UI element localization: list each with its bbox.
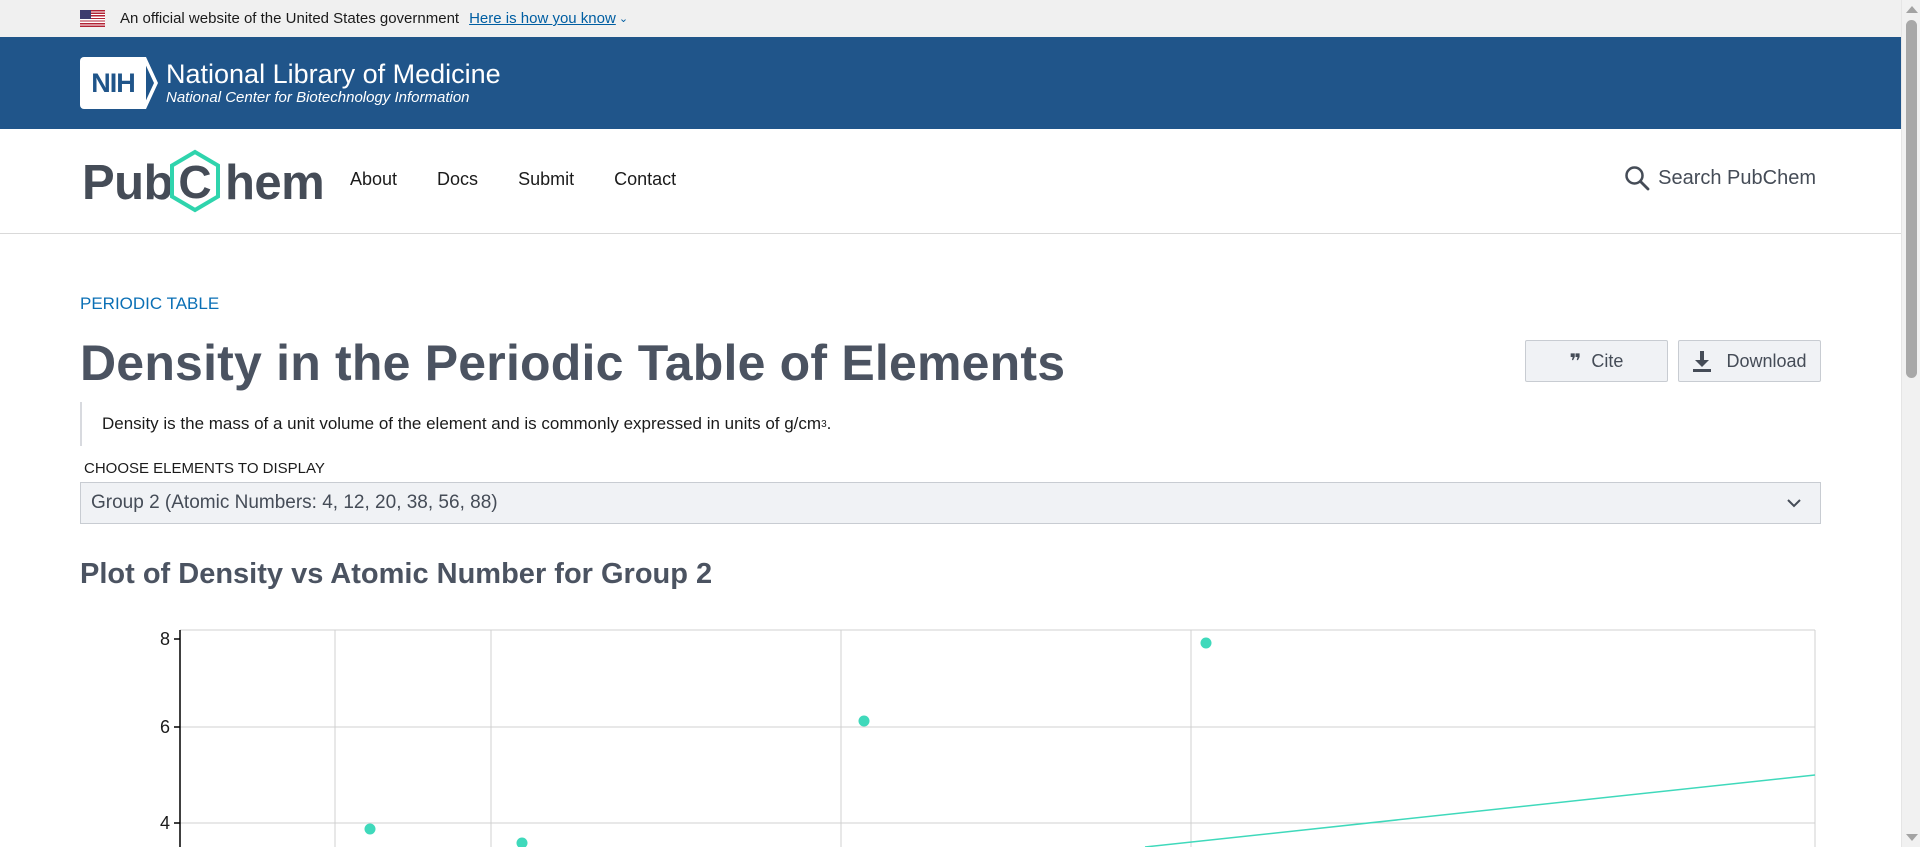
chart-y-ticks: 8 6 4: [160, 629, 180, 833]
chart-y-tick-label: 8: [160, 629, 170, 649]
chevron-down-icon: [1787, 499, 1801, 508]
us-flag-icon: [80, 10, 105, 27]
plot-title: Plot of Density vs Atomic Number for Gro…: [80, 558, 713, 590]
chart-trendline-line: [1144, 774, 1816, 847]
download-icon: [1693, 351, 1712, 372]
nlm-title-block[interactable]: National Library of Medicine National Ce…: [166, 58, 501, 107]
pubchem-logo[interactable]: Pub C hem: [82, 149, 325, 213]
nav-about[interactable]: About: [350, 169, 397, 190]
description: Density is the mass of a unit volume of …: [80, 402, 980, 446]
main-nav: About Docs Submit Contact: [350, 169, 716, 190]
cite-button[interactable]: ❞ Cite: [1525, 340, 1668, 382]
scrollbar-thumb[interactable]: [1906, 20, 1917, 378]
search-icon: [1625, 166, 1650, 191]
nih-logo[interactable]: NIH: [80, 57, 158, 109]
choose-elements-label: CHOOSE ELEMENTS TO DISPLAY: [84, 460, 325, 477]
page: An official website of the United States…: [0, 0, 1920, 847]
pubchem-logo-left: Pub: [82, 156, 174, 210]
hexagon-icon: C: [170, 149, 220, 213]
pubchem-navbar: Pub C hem About Docs Submit Contact Sear…: [0, 129, 1901, 234]
chart-y-tick-label: 4: [160, 813, 170, 833]
page-title: Density in the Periodic Table of Element…: [80, 335, 1066, 391]
element-group-select[interactable]: Group 2 (Atomic Numbers: 4, 12, 20, 38, …: [80, 482, 1821, 524]
description-text: Density is the mass of a unit volume of …: [102, 414, 822, 433]
gov-banner-text: An official website of the United States…: [120, 10, 460, 27]
breadcrumb[interactable]: PERIODIC TABLE: [80, 294, 219, 314]
chart-point: [858, 715, 870, 727]
chevron-down-icon[interactable]: ⌄: [619, 12, 628, 25]
pubchem-logo-right: hem: [225, 156, 325, 210]
chart-horizontal-grid: [180, 726, 1815, 824]
nlm-subtitle: National Center for Biotechnology Inform…: [166, 88, 470, 106]
nih-logo-text: NIH: [80, 57, 146, 109]
how-you-know-link[interactable]: Here is how you know: [469, 10, 616, 27]
chart-trendline: [1144, 774, 1816, 847]
search-pubchem-button[interactable]: Search PubChem: [1624, 165, 1816, 191]
chart-point: [516, 837, 528, 847]
nlm-title: National Library of Medicine: [166, 58, 501, 89]
chart-point: [364, 823, 376, 835]
nav-submit[interactable]: Submit: [518, 169, 574, 190]
scroll-down-arrow-icon[interactable]: [1906, 834, 1918, 841]
chart-y-tick-label: 6: [160, 717, 170, 737]
density-chart: 8 6 4: [160, 629, 1816, 847]
search-label: Search PubChem: [1658, 166, 1816, 189]
nih-logo-arrow-icon: [142, 57, 158, 109]
cite-label: Cite: [1591, 350, 1624, 371]
chart-points: [364, 637, 1212, 847]
download-button[interactable]: Download: [1678, 340, 1821, 382]
nav-contact[interactable]: Contact: [614, 169, 676, 190]
element-group-selected: Group 2 (Atomic Numbers: 4, 12, 20, 38, …: [91, 492, 498, 513]
pubchem-logo-center: C: [178, 156, 211, 208]
download-label: Download: [1726, 350, 1807, 371]
gov-banner: An official website of the United States…: [0, 0, 1901, 37]
description-end: .: [826, 414, 832, 433]
chart-point: [1200, 637, 1212, 649]
nav-docs[interactable]: Docs: [437, 169, 478, 190]
chart-vertical-grid: [180, 629, 1816, 847]
scroll-up-arrow-icon[interactable]: [1906, 6, 1918, 13]
quote-icon: ❞: [1569, 350, 1582, 373]
nlm-header: NIH National Library of Medicine Nationa…: [0, 37, 1901, 129]
scrollbar[interactable]: [1901, 0, 1920, 847]
